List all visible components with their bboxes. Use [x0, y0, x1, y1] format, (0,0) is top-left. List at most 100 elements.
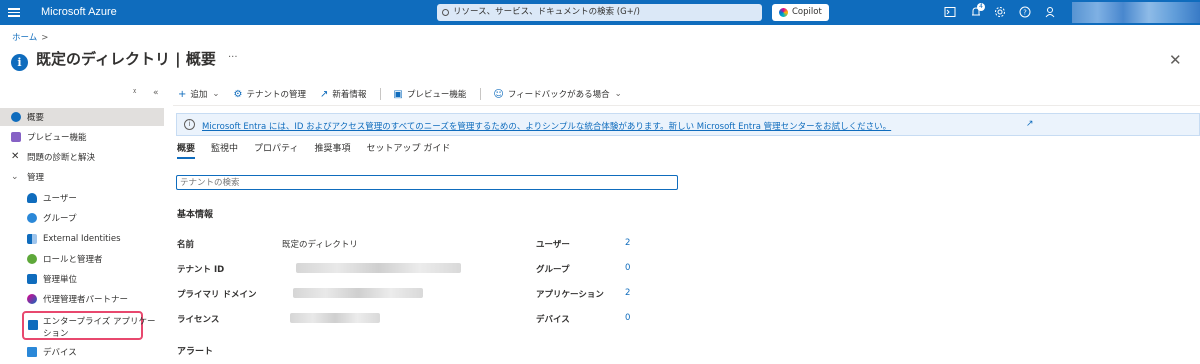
tab-overview[interactable]: 概要 [177, 141, 196, 159]
sidebar-item-label: プレビュー機能 [27, 133, 87, 143]
sidebar-item-label: ユーザー [43, 194, 77, 204]
info-banner: i Microsoft Entra には、ID およびアクセス管理のすべてのニー… [176, 113, 1200, 136]
wrench-icon: ✕ [11, 151, 20, 162]
whats-new-button[interactable]: ↗ 新着情報 [320, 88, 367, 101]
sidebar-item-label: 代理管理者パートナー [43, 295, 129, 305]
sidebar-item-preview[interactable]: プレビュー機能 [0, 128, 164, 146]
groups-count-link[interactable]: 0 [625, 263, 630, 273]
tenant-id-value-redacted [296, 263, 461, 273]
sidebar-item-groups[interactable]: グループ [0, 209, 164, 227]
name-value: 既定のディレクトリ [282, 240, 358, 250]
preview-features-button[interactable]: ▣ プレビュー機能 [393, 88, 467, 101]
partner-icon [27, 294, 37, 304]
tab-setup-guide[interactable]: セットアップ ガイド [367, 141, 451, 159]
license-value-redacted [290, 313, 380, 323]
help-icon[interactable]: ? [1019, 6, 1031, 18]
page-title: 既定のディレクトリ | 概要 [36, 50, 216, 68]
license-label: ライセンス [177, 315, 220, 325]
copilot-button[interactable]: Copilot [772, 4, 829, 21]
sidebar-item-label: ロールと管理者 [43, 255, 103, 265]
users-count-link[interactable]: 2 [625, 238, 630, 248]
info-icon [11, 112, 21, 122]
sidebar-item-label: External Identities [43, 234, 121, 244]
global-search-input[interactable]: リソース、サービス、ドキュメントの検索 (G+/) [437, 4, 762, 21]
manage-tenants-button[interactable]: ⚙ テナントの管理 [233, 88, 306, 101]
gear-icon: ⚙ [233, 88, 243, 100]
devices-count-link[interactable]: 0 [625, 313, 630, 323]
primary-domain-label: プライマリ ドメイン [177, 290, 257, 300]
search-placeholder: リソース、サービス、ドキュメントの検索 (G+/) [453, 7, 640, 17]
terminal-icon[interactable] [944, 6, 956, 18]
tenant-search-input[interactable] [176, 175, 678, 190]
command-bar: + 追加 ⌄ ⚙ テナントの管理 ↗ 新着情報 ▣ プレビュー機能 ☺ フィード… [178, 86, 636, 102]
hamburger-icon[interactable] [8, 6, 20, 18]
user-icon [27, 193, 37, 203]
brand-name[interactable]: Microsoft Azure [41, 6, 117, 18]
preview-features-label: プレビュー機能 [406, 90, 467, 100]
sidebar-item-devices[interactable]: デバイス [0, 343, 164, 361]
basic-info-title: 基本情報 [177, 210, 214, 220]
sidebar-item-overview[interactable]: 概要 [0, 108, 164, 126]
tab-properties[interactable]: プロパティ [254, 141, 298, 159]
info-icon: i [11, 54, 28, 71]
sidebar-item-label-line1: エンタープライズ アプリケー [43, 317, 156, 327]
enterprise-app-icon [28, 320, 38, 330]
chevron-down-icon: ⌄ [11, 172, 19, 182]
close-button[interactable]: ✕ [1169, 51, 1182, 69]
sidebar-item-external-identities[interactable]: External Identities [0, 230, 164, 248]
group-icon [27, 213, 37, 223]
feedback-icon: ☺ [493, 88, 504, 100]
sidebar-item-admin-units[interactable]: 管理単位 [0, 270, 164, 288]
whats-new-label: 新着情報 [332, 90, 367, 100]
copilot-label: Copilot [792, 7, 822, 17]
devices-label: デバイス [536, 315, 570, 325]
groups-label: グループ [536, 265, 570, 275]
account-avatar[interactable] [1072, 2, 1200, 23]
add-label: 追加 [190, 90, 208, 100]
tenant-id-label: テナント ID [177, 265, 225, 275]
sidebar-item-roles[interactable]: ロールと管理者 [0, 250, 164, 268]
banner-link[interactable]: Microsoft Entra には、ID およびアクセス管理のすべてのニーズを… [202, 120, 891, 132]
feedback-icon[interactable] [1044, 6, 1056, 18]
sidebar-item-label: 概要 [27, 113, 45, 123]
top-bar: Microsoft Azure リソース、サービス、ドキュメントの検索 (G+/… [0, 0, 1200, 25]
sidebar-item-users[interactable]: ユーザー [0, 189, 164, 207]
sidebar-expand-icon[interactable]: ᵡ [133, 88, 136, 98]
toolbar-divider [380, 88, 382, 100]
tab-bar: 概要 監視中 プロパティ 推奨事項 セットアップ ガイド [177, 141, 466, 159]
users-label: ユーザー [536, 240, 570, 250]
sidebar-collapse-icon[interactable]: « [153, 88, 159, 98]
feedback-label: フィードバックがある場合 [507, 90, 610, 100]
sidebar-item-label: デバイス [43, 348, 77, 358]
sidebar-item-partners[interactable]: 代理管理者パートナー [0, 290, 164, 308]
sidebar-item-label: グループ [43, 214, 77, 224]
preview-icon [11, 132, 21, 142]
breadcrumb-separator: > [41, 33, 49, 43]
alerts-title: アラート [177, 347, 214, 357]
more-options-button[interactable]: ··· [228, 52, 238, 63]
add-button[interactable]: + 追加 ⌄ [178, 88, 220, 101]
name-label: 名前 [177, 240, 195, 250]
chevron-down-icon: ⌄ [212, 89, 220, 99]
sidebar-item-enterprise-apps[interactable]: エンタープライズ アプリケー ション [22, 311, 155, 340]
breadcrumb-home[interactable]: ホーム [12, 33, 37, 43]
info-icon: i [184, 119, 195, 130]
gear-icon[interactable] [994, 6, 1006, 18]
sidebar-item-diagnose[interactable]: ✕ 問題の診断と解決 [0, 148, 164, 166]
preview-icon: ▣ [393, 88, 403, 100]
sidebar-item-label: 管理単位 [43, 275, 78, 285]
notification-badge: 4 [977, 3, 985, 11]
admin-unit-icon [27, 274, 37, 284]
breadcrumb: ホーム > [12, 31, 48, 43]
primary-domain-value-redacted [293, 288, 423, 298]
search-icon [442, 9, 449, 16]
sidebar-group-manage[interactable]: ⌄ 管理 [0, 168, 164, 186]
external-link-icon: ↗ [320, 88, 329, 100]
applications-count-link[interactable]: 2 [625, 288, 630, 298]
feedback-button[interactable]: ☺ フィードバックがある場合 ⌄ [493, 88, 622, 101]
chevron-down-icon: ⌄ [614, 89, 622, 99]
device-icon [27, 347, 37, 357]
tab-monitoring[interactable]: 監視中 [211, 141, 238, 159]
tab-recommendations[interactable]: 推奨事項 [315, 141, 351, 159]
external-link-icon[interactable]: ↗ [1026, 119, 1034, 129]
